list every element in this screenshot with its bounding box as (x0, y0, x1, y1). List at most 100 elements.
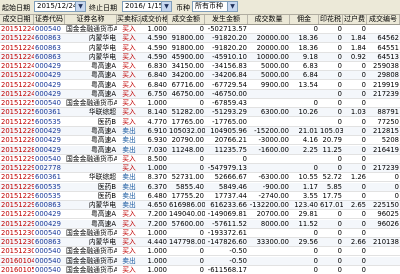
table-row[interactable]: 20151224 000429 粤高速A 买入 6.840 67716.00 -67729.… (0, 81, 400, 90)
table-row[interactable]: 20151229 600535 医药B 卖出 6.480 17755.20 17737.44… (0, 192, 400, 201)
table-cell: 000429 (35, 136, 61, 145)
table-cell: 20151228 (1, 145, 34, 154)
column-header[interactable]: 成交金额 (168, 15, 205, 24)
table-cell: 0 (199, 266, 204, 274)
table-cell: 10.26 (298, 108, 318, 117)
table-cell: 46750.00 (171, 89, 204, 98)
table-cell: 0 (394, 182, 399, 191)
table-cell: 20151224 (1, 34, 34, 43)
table-row[interactable]: 20151224 000540 国金金融通货币A 买入 1.000 0 -502713.57… (0, 25, 400, 34)
chevron-down-icon[interactable] (75, 2, 85, 11)
table-cell (367, 247, 400, 256)
table-cell: 粤高速A (90, 219, 116, 228)
table-cell: 5.85 (326, 182, 342, 191)
table-cell: 20151225 (1, 117, 34, 126)
column-header[interactable]: 证券代码 (34, 15, 65, 24)
table-cell: -46750.00 (212, 89, 247, 98)
column-header[interactable]: 过户费 (343, 15, 367, 24)
table-row[interactable]: 20151224 000429 粤高速A 买入 6.750 46750.00 -46750.… (0, 89, 400, 99)
table-cell: 0 (199, 154, 204, 163)
table-row[interactable]: 20151225 600361 华联综超 买入 8.140 51282.00 -51293.… (0, 108, 400, 118)
table-cell: 粤高速A (90, 80, 116, 89)
table-cell: -17765.00 (212, 117, 247, 126)
table-cell: 217239 (373, 164, 399, 173)
table-row[interactable]: 20151229 000429 粤高速A 买入 7.200 57600.00 -57611.… (0, 219, 400, 229)
table-cell: 0 (361, 80, 366, 89)
column-header[interactable]: 发生金额 (205, 15, 248, 24)
table-row[interactable]: 20151224 000429 粤高速A 买入 6.830 34150.00 -34156.… (0, 62, 400, 72)
table-cell: 1.000 (147, 266, 167, 274)
table-cell: 买入 (122, 247, 136, 256)
table-cell: 卖出 (122, 191, 136, 200)
table-cell (248, 99, 290, 108)
table-cell: 000540 (35, 154, 61, 163)
table-cell: -502713.57 (207, 25, 247, 33)
table-row[interactable]: 20151230 600863 内蒙华电 买入 4.440 147798.00 -14782… (0, 238, 400, 248)
table-cell: 0 (361, 164, 366, 173)
table-cell: 0 (337, 99, 342, 108)
table-cell: 5855.40 (175, 182, 204, 191)
table-cell: 0 (394, 191, 399, 200)
table-row[interactable]: 20151224 600863 内蒙华电 买入 4.590 45900.00 -45910.… (0, 52, 400, 62)
table-cell: 4.590 (147, 52, 167, 61)
table-cell: 29808 (377, 71, 399, 80)
table-cell: 国金金融通货币A (66, 256, 117, 265)
table-cell: 91800.00 (171, 43, 204, 52)
table-cell: -34206.84 (212, 71, 247, 80)
table-cell: 国金金融通货币A (66, 25, 117, 33)
table-row[interactable]: 20151229 600863 内蒙华电 卖出 4.650 616986.00 616233… (0, 201, 400, 211)
table-row[interactable]: 20160104 000540 国金金融通货币A 卖出 1.000 0 -0.50 0 0 0 (0, 256, 400, 266)
table-cell (290, 90, 319, 99)
table-cell: 医药B (97, 191, 116, 200)
table-row[interactable]: 20151224 000429 粤高速A 买入 6.840 34200.00 -34206.… (0, 71, 400, 81)
column-header[interactable]: 买卖标志 (117, 15, 141, 24)
table-row[interactable]: 20151224 600863 内蒙华电 买入 4.590 91800.00 -91820.… (0, 44, 400, 53)
table-cell: 0 (337, 34, 342, 43)
table-cell: 20151229 (1, 173, 34, 182)
column-header[interactable]: 成交编号 (367, 15, 400, 24)
table-cell: 259038 (373, 62, 399, 71)
table-cell: 000540 (35, 256, 61, 265)
start-date-field[interactable]: 2015/12/24 (34, 1, 86, 12)
table-row[interactable]: 20151224 600863 内蒙华电 买入 4.590 91800.00 -91820.… (0, 34, 400, 44)
table-row[interactable]: 20151228 000429 粤高速A 卖出 7.030 11248.00 11235.7… (0, 145, 400, 155)
table-row[interactable]: 20151228 000429 粤高速A 卖出 6.910 105032.00 104905… (0, 126, 400, 136)
table-row[interactable]: 20151225 000540 国金金融通货币A 买入 1.000 0 -67859.43 0… (0, 99, 400, 109)
table-row[interactable]: 20151230 000540 国金金融通货币A 买入 1.000 0 -193372.61… (0, 229, 400, 238)
currency-select[interactable]: 所有币种 (192, 1, 238, 12)
table-row[interactable]: 20151229 000429 粤高速A 买入 7.200 149040.00 -14906… (0, 210, 400, 220)
table-row[interactable]: 20160105 000540 国金金融通货币A 买入 1.000 0 -611568.17… (0, 266, 400, 274)
table-row[interactable]: 20151229 600535 医药B 卖出 6.370 5855.40 5849.46 -9… (0, 182, 400, 192)
table-row[interactable]: 20151229 600361 华联综超 卖出 8.370 52731.00 52666.6… (0, 173, 400, 183)
table-cell: 0 (199, 228, 204, 237)
column-header[interactable]: 印花税 (319, 15, 343, 24)
table-cell (290, 155, 319, 164)
table-cell: 67716.00 (171, 80, 204, 89)
end-date-field[interactable]: 2016/ 1/15 (122, 1, 172, 12)
table-cell: 0 (361, 182, 366, 191)
table-cell: 卖出 (122, 201, 136, 210)
table-cell: 1.000 (147, 247, 167, 256)
table-cell: 20151229 (1, 210, 34, 219)
table-cell: 000540 (35, 228, 61, 237)
column-header[interactable]: 成交日期 (0, 15, 34, 24)
table-cell: -0.50 (229, 256, 247, 265)
column-header[interactable]: 证券名称 (65, 15, 117, 24)
column-header[interactable]: 成交价格 (141, 15, 168, 24)
column-header[interactable]: 佣金 (290, 15, 319, 24)
table-cell: 11235.75 (214, 145, 247, 154)
table-row[interactable]: 20151230 000540 国金金融通货币A 买入 1.000 0 -0.50 0 0 0 (0, 247, 400, 257)
chevron-down-icon[interactable] (161, 2, 171, 11)
table-cell: 0 (199, 164, 204, 173)
table-row[interactable]: 20151229 000540 国金金融通货币A 买入 8.500 0 0 0 0 (0, 155, 400, 164)
table-cell: 64562 (377, 34, 399, 43)
column-header[interactable]: 成交数量 (248, 15, 290, 24)
table-row[interactable]: 20151225 600535 医药B 买入 4.770 17765.00 -17765.0… (0, 118, 400, 127)
table-cell: 20151224 (1, 62, 34, 71)
chevron-down-icon[interactable] (227, 2, 237, 11)
table-row[interactable]: 20151228 000429 粤高速A 卖出 6.930 20790.00 20766.2… (0, 136, 400, 146)
table-cell: 卖出 (122, 173, 136, 182)
table-cell: 600863 (35, 34, 61, 43)
table-row[interactable]: 20151229 002778 买入 1.000 0 -547979.13 0 0 0 21723… (0, 164, 400, 174)
table-cell: 0 (313, 247, 318, 256)
